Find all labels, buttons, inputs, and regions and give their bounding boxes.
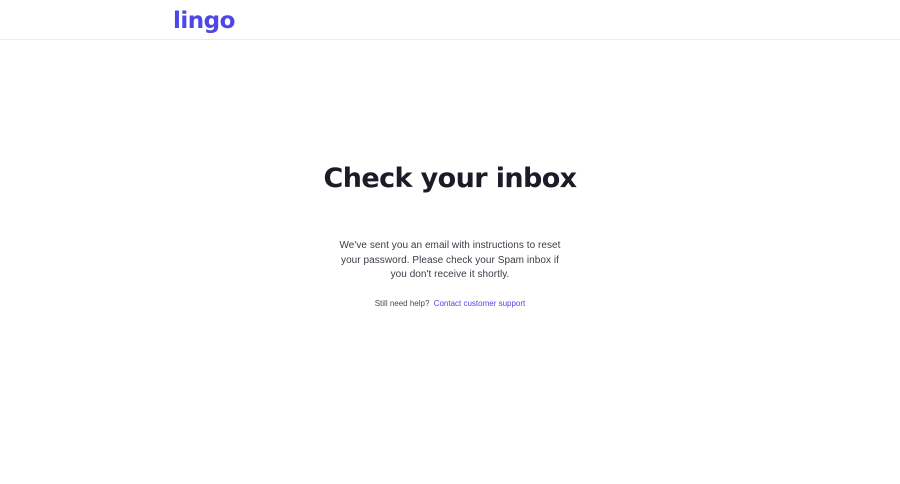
lingo-logo[interactable]: lingo	[173, 8, 235, 34]
help-prefix-text: Still need help?	[374, 299, 430, 308]
reset-instructions-message: We've sent you an email with instruction…	[339, 240, 561, 280]
top-header: lingo	[0, 0, 900, 40]
contact-support-link[interactable]: Contact customer support	[434, 299, 526, 308]
help-line: Still need help? Contact customer suppor…	[0, 298, 900, 310]
main-content: Check your inbox We've sent you an email…	[0, 40, 900, 484]
page-title: Check your inbox	[323, 163, 578, 194]
